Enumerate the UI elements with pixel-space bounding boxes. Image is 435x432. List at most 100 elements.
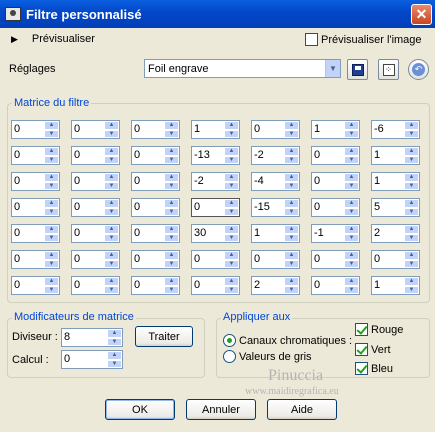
matrix-cell[interactable]: 1 ▲ ▼ <box>371 276 420 295</box>
spin-up-icon[interactable]: ▲ <box>404 277 419 286</box>
spin-down-icon[interactable]: ▼ <box>404 207 419 216</box>
spin-up-icon[interactable]: ▲ <box>44 199 59 208</box>
spin-down-icon[interactable]: ▼ <box>284 155 299 164</box>
matrix-cell[interactable]: 0 ▲ ▼ <box>71 172 120 191</box>
matrix-cell[interactable]: 0 ▲ ▼ <box>371 250 420 269</box>
spin-up-icon[interactable]: ▲ <box>224 121 239 130</box>
matrix-cell-value[interactable]: 1 <box>252 225 284 242</box>
spin-up-icon[interactable]: ▲ <box>164 277 179 286</box>
matrix-cell[interactable]: 0 ▲ ▼ <box>191 198 240 217</box>
spin-down-icon[interactable]: ▼ <box>404 129 419 138</box>
spin-down-icon[interactable]: ▼ <box>104 207 119 216</box>
matrix-cell-value[interactable]: 0 <box>372 251 404 268</box>
spin-up-icon[interactable]: ▲ <box>104 173 119 182</box>
matrix-cell-value[interactable]: 0 <box>312 277 344 294</box>
matrix-cell[interactable]: 0 ▲ ▼ <box>11 172 60 191</box>
matrix-cell-value[interactable]: 0 <box>72 147 104 164</box>
spin-down-icon[interactable]: ▼ <box>164 207 179 216</box>
red-option[interactable]: Rouge <box>355 323 403 336</box>
matrix-cell-value[interactable]: 0 <box>72 121 104 138</box>
matrix-cell-value[interactable]: 1 <box>192 121 224 138</box>
spin-up-icon[interactable]: ▲ <box>44 225 59 234</box>
spin-up-icon[interactable]: ▲ <box>284 225 299 234</box>
matrix-cell[interactable]: 0 ▲ ▼ <box>11 198 60 217</box>
matrix-cell[interactable]: 0 ▲ ▼ <box>11 120 60 139</box>
matrix-cell[interactable]: -6 ▲ ▼ <box>371 120 420 139</box>
matrix-cell-value[interactable]: 0 <box>132 199 164 216</box>
spin-down-icon[interactable]: ▼ <box>104 285 119 294</box>
matrix-cell[interactable]: 0 ▲ ▼ <box>11 224 60 243</box>
matrix-cell[interactable]: -4 ▲ ▼ <box>251 172 300 191</box>
matrix-cell[interactable]: -2 ▲ ▼ <box>191 172 240 191</box>
spin-up-icon[interactable]: ▲ <box>44 121 59 130</box>
spin-down-icon[interactable]: ▼ <box>284 233 299 242</box>
matrix-cell[interactable]: 1 ▲ ▼ <box>371 172 420 191</box>
matrix-cell[interactable]: 30 ▲ ▼ <box>191 224 240 243</box>
matrix-cell-value[interactable]: 0 <box>192 251 224 268</box>
matrix-cell-value[interactable]: 2 <box>372 225 404 242</box>
spin-down-icon[interactable]: ▼ <box>224 233 239 242</box>
spin-down-icon[interactable]: ▼ <box>344 181 359 190</box>
spin-up-icon[interactable]: ▲ <box>164 173 179 182</box>
matrix-cell-value[interactable]: -15 <box>252 199 284 216</box>
preview-image-checkbox[interactable] <box>305 33 318 46</box>
matrix-cell-value[interactable]: 0 <box>312 173 344 190</box>
spin-up-icon[interactable]: ▲ <box>44 173 59 182</box>
matrix-cell-value[interactable]: 0 <box>132 225 164 242</box>
spin-down-icon[interactable]: ▼ <box>224 207 239 216</box>
spin-up-icon[interactable]: ▲ <box>224 147 239 156</box>
spin-up-icon[interactable]: ▲ <box>104 251 119 260</box>
spin-down-icon[interactable]: ▼ <box>404 259 419 268</box>
spin-down-icon[interactable]: ▼ <box>224 285 239 294</box>
spin-up-icon[interactable]: ▲ <box>344 225 359 234</box>
spin-up-icon[interactable]: ▲ <box>44 251 59 260</box>
matrix-cell-value[interactable]: 0 <box>132 121 164 138</box>
matrix-cell-value[interactable]: 0 <box>72 277 104 294</box>
matrix-cell[interactable]: -15 ▲ ▼ <box>251 198 300 217</box>
spin-up-icon[interactable]: ▲ <box>104 147 119 156</box>
matrix-cell[interactable]: 0 ▲ ▼ <box>71 198 120 217</box>
spin-down-icon[interactable]: ▼ <box>104 233 119 242</box>
spin-up-icon[interactable]: ▲ <box>404 225 419 234</box>
matrix-cell[interactable]: 0 ▲ ▼ <box>191 250 240 269</box>
matrix-cell-value[interactable]: 0 <box>72 225 104 242</box>
matrix-cell[interactable]: 1 ▲ ▼ <box>371 146 420 165</box>
channels-radio[interactable] <box>223 334 236 347</box>
spin-up-icon[interactable]: ▲ <box>164 199 179 208</box>
spin-up-icon[interactable]: ▲ <box>104 121 119 130</box>
spin-down-icon[interactable]: ▼ <box>224 181 239 190</box>
red-checkbox[interactable] <box>355 323 368 336</box>
matrix-cell[interactable]: 0 ▲ ▼ <box>71 120 120 139</box>
blue-option[interactable]: Bleu <box>355 362 393 375</box>
matrix-cell[interactable]: 1 ▲ ▼ <box>311 120 360 139</box>
matrix-cell-value[interactable]: 1 <box>312 121 344 138</box>
matrix-cell-value[interactable]: 1 <box>372 147 404 164</box>
spin-down-icon[interactable]: ▼ <box>164 155 179 164</box>
matrix-cell-value[interactable]: 0 <box>72 199 104 216</box>
spin-down-icon[interactable]: ▼ <box>404 233 419 242</box>
spin-down-icon[interactable]: ▼ <box>344 155 359 164</box>
matrix-cell[interactable]: 0 ▲ ▼ <box>251 250 300 269</box>
spin-down-icon[interactable]: ▼ <box>344 129 359 138</box>
matrix-cell[interactable]: 0 ▲ ▼ <box>251 120 300 139</box>
matrix-cell[interactable]: 0 ▲ ▼ <box>71 224 120 243</box>
matrix-cell-value[interactable]: 0 <box>72 251 104 268</box>
spin-down-icon[interactable]: ▼ <box>284 285 299 294</box>
chevron-down-icon[interactable]: ▼ <box>325 60 340 77</box>
spin-up-icon[interactable]: ▲ <box>224 225 239 234</box>
spin-up-icon[interactable]: ▲ <box>404 121 419 130</box>
matrix-cell-value[interactable]: 0 <box>192 277 224 294</box>
matrix-cell[interactable]: 5 ▲ ▼ <box>371 198 420 217</box>
random-button[interactable]: ⁘ <box>378 59 399 80</box>
matrix-cell-value[interactable]: 2 <box>252 277 284 294</box>
matrix-cell[interactable]: 0 ▲ ▼ <box>311 146 360 165</box>
spin-down-icon[interactable]: ▼ <box>344 259 359 268</box>
matrix-cell-value[interactable]: -4 <box>252 173 284 190</box>
spin-up-icon[interactable]: ▲ <box>284 173 299 182</box>
spin-down-icon[interactable]: ▼ <box>44 129 59 138</box>
spin-up-icon[interactable]: ▲ <box>107 351 122 360</box>
matrix-cell[interactable]: 0 ▲ ▼ <box>191 276 240 295</box>
spin-up-icon[interactable]: ▲ <box>224 277 239 286</box>
spin-down-icon[interactable]: ▼ <box>284 129 299 138</box>
matrix-cell[interactable]: -2 ▲ ▼ <box>251 146 300 165</box>
